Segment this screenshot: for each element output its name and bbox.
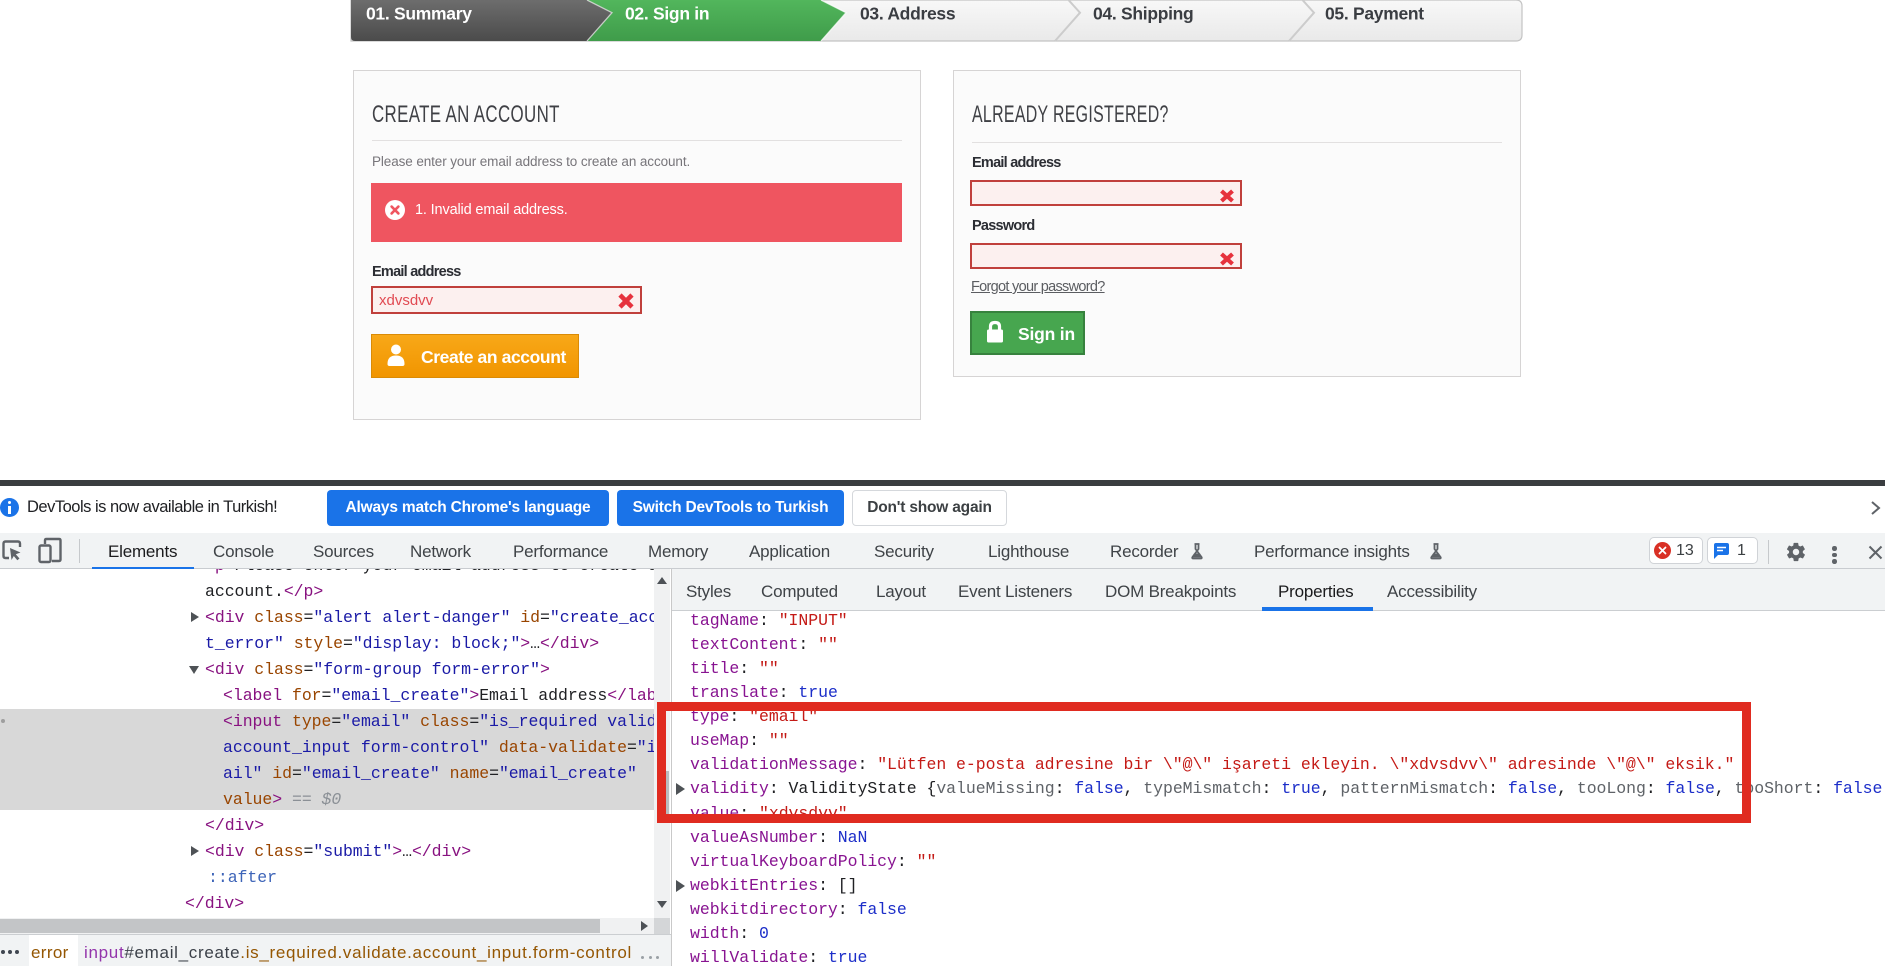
svg-text:04. Shipping: 04. Shipping <box>1093 4 1193 24</box>
svg-text:03. Address: 03. Address <box>860 4 956 24</box>
svg-text:02. Sign in: 02. Sign in <box>625 4 709 24</box>
svg-text:01. Summary: 01. Summary <box>366 4 472 24</box>
svg-text:05. Payment: 05. Payment <box>1325 4 1424 24</box>
